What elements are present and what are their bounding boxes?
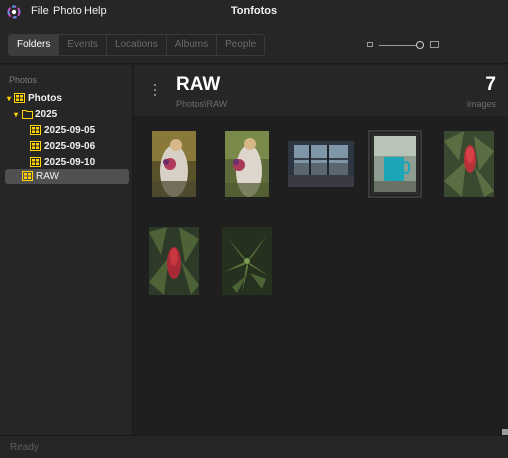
thumbnail-size-slider[interactable] [367,40,441,50]
tab-people[interactable]: People [217,35,265,55]
tree-item-2025[interactable]: ▾ 2025 [5,107,129,122]
tree-item-label: RAW [36,171,59,182]
photos-grid-icon [22,171,33,181]
photo-thumbnail[interactable] [288,141,354,187]
photo-thumbnail[interactable] [444,131,494,197]
photo-thumbnail[interactable] [149,227,199,295]
slider-handle[interactable] [416,41,424,49]
sidebar-header: Photos [9,75,38,85]
tree-item-label: Photos [28,93,62,104]
slider-track[interactable] [379,45,419,46]
tree-item-photos[interactable]: ▾ Photos [5,91,129,106]
tab-locations[interactable]: Locations [106,35,167,55]
sidebar: Photos ▾ Photos ▾ 2025 2025-09-05 2025-0… [0,65,133,435]
view-tabs: Folders Events Locations Albums People [8,34,266,56]
chevron-down-icon[interactable]: ▾ [14,107,22,122]
tree-item-raw[interactable]: RAW [5,169,129,184]
title-bar: File Photo Help Tonfotos [0,0,508,24]
tree-item-label: 2025-09-05 [44,125,96,136]
folder-header: RAW Photos\RAW 7 images [134,65,508,116]
tree-item-2025-09-05[interactable]: 2025-09-05 [5,123,129,138]
small-image-icon [367,42,373,47]
main-panel: RAW Photos\RAW 7 images [134,65,508,435]
thumbnail-grid [134,116,508,435]
tree-item-label: 2025 [35,109,58,120]
folder-path: Photos\RAW [176,99,228,109]
more-options-icon[interactable] [153,84,157,98]
app-title: Tonfotos [230,5,278,17]
photos-grid-icon [14,93,25,103]
tree-item-2025-09-06[interactable]: 2025-09-06 [5,139,129,154]
tab-events[interactable]: Events [59,35,107,55]
status-text: Ready [10,442,39,453]
photos-grid-icon [30,157,41,167]
large-image-icon [430,41,439,48]
photo-thumbnail[interactable] [225,131,269,197]
tree-item-2025-09-10[interactable]: 2025-09-10 [5,155,129,170]
photo-thumbnail[interactable] [152,131,196,197]
image-count: 7 [485,74,496,95]
photos-grid-icon [30,141,41,151]
photo-thumbnail[interactable] [222,227,272,295]
status-bar: Ready [0,435,508,458]
toolbar: Folders Events Locations Albums People [0,24,508,64]
tree-item-label: 2025-09-06 [44,141,96,152]
folder-icon [22,110,33,119]
image-count-label: images [466,99,496,109]
photo-thumbnail[interactable] [368,130,422,198]
photos-grid-icon [30,125,41,135]
tab-albums[interactable]: Albums [166,35,218,55]
tab-folders[interactable]: Folders [9,35,60,55]
folder-title: RAW [176,74,221,95]
tree-item-label: 2025-09-10 [44,157,96,168]
